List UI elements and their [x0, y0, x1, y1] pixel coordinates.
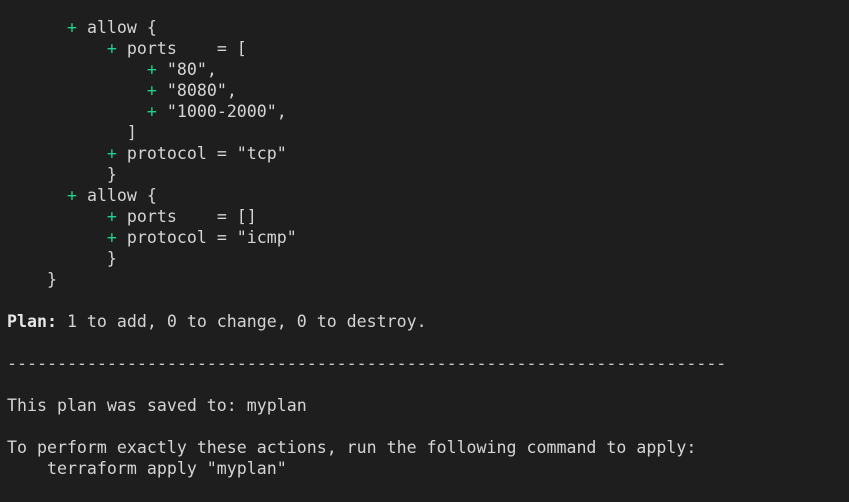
plan-line-port-8080: + "8080", — [7, 80, 849, 101]
terminal-output: + allow { + ports = [ + "80", + "8080", … — [0, 0, 849, 502]
line-text: } — [106, 249, 117, 268]
plan-summary-text: 1 to add, 0 to change, 0 to destroy. — [56, 312, 427, 331]
apply-command[interactable]: terraform apply "myplan" — [7, 458, 849, 479]
separator-line: ----------------------------------------… — [7, 354, 727, 373]
plan-line-port-range: + "1000-2000", — [7, 101, 849, 122]
plus-marker: + — [146, 102, 157, 121]
plan-line-allow-1: + allow { — [7, 17, 849, 38]
plus-marker: + — [106, 207, 117, 226]
saved-message: This plan was saved to: myplan — [7, 396, 307, 415]
plan-line-allow-2-close: } — [7, 248, 849, 269]
plus-marker: + — [66, 186, 77, 205]
plan-line-allow-2: + allow { — [7, 185, 849, 206]
plan-line-allow-1-close: } — [7, 164, 849, 185]
plan-label: Plan: — [7, 312, 57, 331]
line-text: ] — [126, 123, 137, 142]
line-text: allow { — [86, 186, 157, 205]
plus-marker: + — [106, 144, 117, 163]
plan-line-ports-1: + ports = [ — [7, 38, 849, 59]
plan-line-protocol-icmp: + protocol = "icmp" — [7, 227, 849, 248]
line-text: "8080", — [166, 81, 237, 100]
line-text: protocol = "tcp" — [126, 144, 287, 163]
plus-marker: + — [146, 81, 157, 100]
plan-summary: Plan: 1 to add, 0 to change, 0 to destro… — [7, 311, 849, 332]
line-text: ports = [] — [126, 207, 257, 226]
plus-marker: + — [106, 39, 117, 58]
plus-marker: + — [146, 60, 157, 79]
apply-instruction: To perform exactly these actions, run th… — [7, 438, 697, 457]
plan-line-protocol-tcp: + protocol = "tcp" — [7, 143, 849, 164]
plan-line-ports-2: + ports = [] — [7, 206, 849, 227]
line-text: "80", — [166, 60, 217, 79]
line-text: protocol = "icmp" — [126, 228, 297, 247]
plan-line-port-80: + "80", — [7, 59, 849, 80]
line-text: } — [46, 270, 57, 289]
line-text: ports = [ — [126, 39, 247, 58]
plan-line-ports-close: ] — [7, 122, 849, 143]
plus-marker: + — [66, 18, 77, 37]
plan-line-resource-close: } — [7, 269, 849, 290]
plus-marker: + — [106, 228, 117, 247]
line-text: "1000-2000", — [166, 102, 287, 121]
line-text: allow { — [86, 18, 157, 37]
line-text: } — [106, 165, 117, 184]
